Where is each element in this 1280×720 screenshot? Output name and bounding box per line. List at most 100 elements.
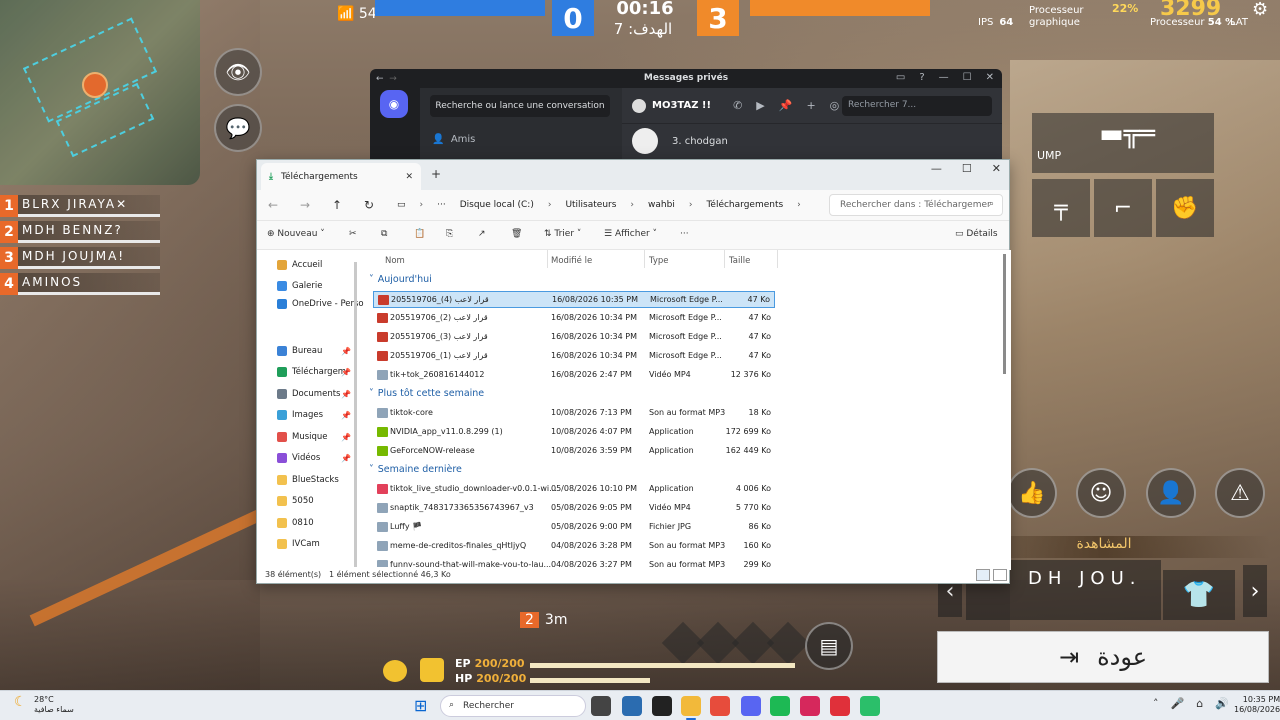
cut-icon[interactable]: ✂ — [349, 229, 357, 239]
breadcrumb-item[interactable]: Utilisateurs — [565, 200, 616, 210]
profile-icon[interactable]: ◎ — [830, 99, 840, 112]
file-row[interactable]: snaptik_7483173365356743967_v3 05/08/2026… — [373, 500, 775, 517]
column-header-type[interactable]: Type — [649, 256, 669, 266]
file-row[interactable]: 205519706_قرار لاعب (2) 16/08/2026 10:34 … — [373, 310, 775, 327]
clock[interactable]: 10:35 PM 16/08/2026 — [1234, 695, 1280, 715]
smile-icon[interactable]: ☺ — [1076, 468, 1126, 518]
widgets-icon[interactable] — [622, 696, 642, 716]
discord-chat-user[interactable]: MO3TAZ !! — [652, 100, 711, 111]
tiles-view-icon[interactable] — [993, 569, 1007, 581]
weapon-slot-fist[interactable]: ✊ — [1156, 179, 1214, 237]
chevron-up-icon[interactable]: ˄ — [1153, 697, 1159, 710]
file-group-header[interactable]: ˅ Semaine dernière — [369, 464, 462, 475]
sidebar-item[interactable]: OneDrive - Perso — [277, 299, 364, 309]
file-row[interactable]: 205519706_قرار لاعب (4) 16/08/2026 10:35 … — [373, 291, 775, 308]
rename-icon[interactable]: ⎘ — [446, 229, 453, 239]
breadcrumb[interactable]: ▭ › ··· Disque local (C:) › Utilisateurs… — [397, 195, 817, 215]
forward-arrow-icon[interactable]: → — [289, 198, 321, 212]
discord-message-search[interactable]: Rechercher 7... — [842, 96, 992, 116]
sidebar-item[interactable]: Galerie — [277, 281, 322, 291]
add-friend-icon[interactable]: 👤 — [1146, 468, 1196, 518]
file-row[interactable]: GeForceNOW-release 10/08/2026 3:59 PM Appl… — [373, 443, 775, 460]
up-arrow-icon[interactable]: ↑ — [321, 198, 353, 212]
close-icon[interactable]: ✕ — [992, 162, 1001, 175]
eye-icon[interactable]: 👁 — [214, 48, 262, 96]
help-icon[interactable]: ? — [919, 72, 924, 83]
video-icon[interactable]: ▶ — [756, 99, 764, 112]
file-row[interactable]: tiktok_live_studio_downloader-v0.0.1-wi.… — [373, 481, 775, 498]
file-explorer-icon[interactable] — [681, 696, 701, 720]
maximize-icon[interactable]: ☐ — [963, 72, 972, 83]
inbox-icon[interactable]: ▭ — [896, 72, 905, 83]
file-group-header[interactable]: ˅ Plus tôt cette semaine — [369, 388, 484, 399]
sidebar-item[interactable]: Documents 📌 — [277, 389, 351, 399]
sidebar-item[interactable]: 5050 — [277, 496, 314, 506]
column-header-size[interactable]: Taille — [729, 256, 750, 266]
chrome-icon[interactable] — [710, 696, 730, 716]
weapon-slot-pistol[interactable]: ⌐ — [1094, 179, 1152, 237]
file-list-scrollbar[interactable] — [1003, 254, 1006, 374]
app-red-icon[interactable] — [830, 696, 850, 716]
breadcrumb-item[interactable]: wahbi — [648, 200, 675, 210]
sidebar-item[interactable]: BlueStacks — [277, 475, 339, 485]
copy-icon[interactable]: ⧉ — [381, 229, 387, 239]
more-icon[interactable]: ··· — [680, 229, 689, 239]
breadcrumb-overflow[interactable]: ··· — [437, 200, 446, 210]
refresh-icon[interactable]: ↻ — [353, 198, 385, 212]
back-button[interactable]: ⇥ عودة — [937, 631, 1269, 683]
file-row[interactable]: meme-de-creditos-finales_qHtIjyQ 04/08/20… — [373, 538, 775, 555]
discord-icon[interactable] — [741, 696, 761, 716]
sidebar-item[interactable]: IVCam — [277, 539, 320, 549]
avatar[interactable] — [632, 98, 646, 113]
volume-icon[interactable]: 🔊 — [1215, 697, 1229, 710]
sidebar-item[interactable]: Accueil — [277, 260, 322, 270]
report-icon[interactable]: ⚠ — [1215, 468, 1265, 518]
delete-icon[interactable]: 🗑 — [511, 229, 522, 239]
pin-icon[interactable]: 📌 — [779, 99, 793, 112]
sort-button[interactable]: ⇅ Trier ˅ — [544, 229, 581, 239]
sidebar-item[interactable]: Vidéos 📌 — [277, 453, 351, 463]
file-row[interactable]: NVIDIA_app_v11.0.8.299 (1) 10/08/2026 4:0… — [373, 424, 775, 441]
column-header-name[interactable]: Nom — [385, 256, 405, 266]
weapon-slot-primary[interactable]: ▬╦═ UMP — [1032, 113, 1214, 173]
network-icon[interactable]: ⌂ — [1196, 697, 1203, 710]
new-tab-icon[interactable]: + — [431, 167, 441, 181]
minimap[interactable] — [0, 0, 200, 185]
discord-search-button[interactable]: Recherche ou lance une conversation — [430, 95, 610, 117]
view-button[interactable]: ☰ Afficher ˅ — [604, 229, 657, 239]
add-member-icon[interactable]: + — [806, 99, 815, 112]
thumbs-up-icon[interactable]: 👍 — [1007, 468, 1057, 518]
task-view-icon[interactable] — [591, 696, 611, 716]
file-row[interactable]: tik+tok_260816144012 16/08/2026 2:47 PM Vi… — [373, 367, 775, 384]
breadcrumb-item[interactable]: Téléchargements — [706, 200, 783, 210]
file-row[interactable]: 205519706_قرار لاعب (1) 16/08/2026 10:34 … — [373, 348, 775, 365]
search-input[interactable]: Rechercher dans : Téléchargemer ⌕ — [829, 194, 1003, 216]
back-arrow-icon[interactable]: ← — [257, 198, 289, 212]
file-group-header[interactable]: ˅ Aujourd'hui — [369, 274, 432, 285]
weapon-slot-rifle[interactable]: ╤ — [1032, 179, 1090, 237]
windows-start-icon[interactable]: ⊞ — [414, 698, 430, 714]
chevron-right-icon[interactable]: › — [1243, 565, 1267, 617]
breadcrumb-item[interactable]: Disque local (C:) — [460, 200, 534, 210]
paste-icon[interactable]: 📋 — [414, 229, 425, 239]
discord-logo-icon[interactable]: ◉ — [380, 90, 408, 118]
sidebar-item[interactable]: Téléchargem 📌 — [277, 367, 351, 377]
file-row[interactable]: 205519706_قرار لاعب (3) 16/08/2026 10:34 … — [373, 329, 775, 346]
details-view-icon[interactable] — [976, 569, 990, 581]
app-green-icon[interactable] — [860, 696, 880, 716]
discord-friends-item[interactable]: 👤 Amis — [432, 134, 475, 145]
microphone-icon[interactable]: 🎤 — [1171, 697, 1185, 710]
call-icon[interactable]: ✆ — [733, 99, 742, 112]
share-icon[interactable]: ↗ — [478, 229, 486, 239]
minimize-icon[interactable]: — — [939, 72, 949, 83]
column-header-modified[interactable]: Modifié le — [551, 256, 592, 266]
tiktok-icon[interactable] — [800, 696, 820, 716]
close-icon[interactable]: ✕ — [986, 72, 994, 83]
terminal-icon[interactable] — [652, 696, 672, 716]
close-icon[interactable]: ✕ — [405, 172, 413, 182]
sidebar-item[interactable]: 0810 — [277, 518, 314, 528]
sidebar-item[interactable]: Images 📌 — [277, 410, 351, 420]
shirt-icon[interactable]: 👕 — [1163, 570, 1235, 620]
details-button[interactable]: ▭ Détails — [955, 229, 998, 239]
backpack-icon[interactable]: ▤ — [805, 622, 853, 670]
